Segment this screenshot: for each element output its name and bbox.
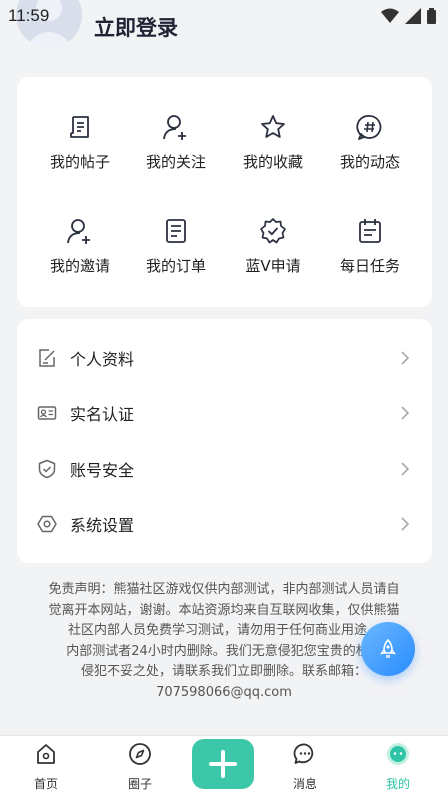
grid-item-my-posts[interactable]: 我的帖子 [30,113,130,193]
wifi-icon [381,8,399,23]
status-bar: 11:59 [0,0,448,34]
plus-icon [209,750,237,778]
hashtag-icon [356,115,382,140]
rocket-icon [379,639,397,658]
chevron-right-icon [401,517,410,531]
grid-item-my-follows[interactable]: 我的关注 [126,113,226,193]
order-icon [166,219,186,243]
chevron-right-icon [401,406,410,420]
grid-item-daily-tasks[interactable]: 每日任务 [320,217,420,297]
post-icon [70,116,89,138]
calendar-icon [359,219,381,243]
grid-item-my-favorites[interactable]: 我的收藏 [223,113,323,193]
create-post-button[interactable] [192,739,254,789]
battery-icon [427,8,436,24]
grid-item-my-orders[interactable]: 我的订单 [126,217,226,297]
signal-icon [405,8,421,24]
menu-item-system-settings[interactable]: 系统设置 [17,496,432,552]
shield-icon [38,459,56,479]
chevron-right-icon [401,351,410,365]
invite-icon [67,219,90,244]
disclaimer-text: 免责声明：熊猫社区游戏仅供内部测试，非内部测试人员请自 觉离开本网站，谢谢。本站… [48,582,400,700]
id-card-icon [37,406,57,420]
verified-icon [260,218,286,244]
shortcut-grid: 我的帖子 我的关注 我的收藏 我的动态 我的邀请 我的订单 蓝V申请 每日任务 [17,77,432,307]
message-icon [293,743,314,764]
rocket-fab[interactable] [361,622,415,676]
home-icon [37,744,55,764]
edit-profile-icon [39,349,55,367]
menu-item-real-name[interactable]: 实名认证 [17,385,432,441]
tab-mine[interactable]: 我的 [363,742,433,794]
menu-item-profile[interactable]: 个人资料 [17,330,432,386]
menu-item-account-security[interactable]: 账号安全 [17,441,432,497]
follow-icon [163,115,186,140]
star-icon [261,115,285,138]
grid-item-blue-v[interactable]: 蓝V申请 [223,217,323,297]
tab-circle[interactable]: 圈子 [105,742,175,794]
compass-icon [129,743,151,765]
settings-icon [37,515,57,533]
grid-item-my-invites[interactable]: 我的邀请 [30,217,130,297]
grid-item-my-activity[interactable]: 我的动态 [320,113,420,193]
status-time: 11:59 [8,6,50,25]
status-icons [381,8,436,24]
chevron-right-icon [401,462,410,476]
settings-menu: 个人资料 实名认证 账号安全 系统设置 [17,319,432,563]
profile-icon [387,743,409,765]
tab-home[interactable]: 首页 [11,742,81,794]
tab-messages[interactable]: 消息 [270,742,340,794]
